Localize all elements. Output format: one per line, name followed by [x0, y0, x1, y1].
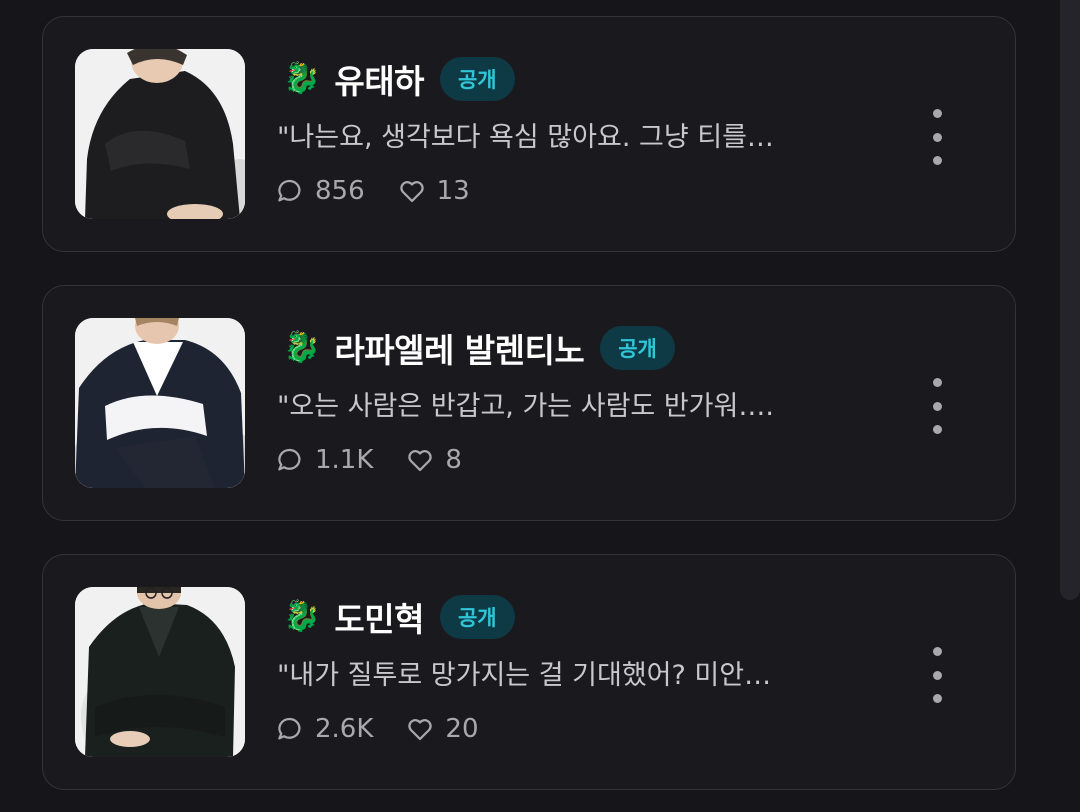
like-count: 8: [445, 445, 462, 475]
more-options-icon[interactable]: [923, 109, 951, 165]
character-stats: 2.6K 20: [275, 709, 479, 749]
character-name-row: 🐉 유태하 공개: [283, 53, 515, 105]
character-avatar[interactable]: [75, 587, 245, 757]
comment-icon: [278, 717, 301, 740]
comment-count: 1.1K: [315, 445, 374, 475]
character-name-row: 🐉 라파엘레 발렌티노 공개: [283, 322, 675, 374]
character-card[interactable]: 🐉 라파엘레 발렌티노 공개 "오는 사람은 반갑고, 가는 사람도 반가워….…: [42, 285, 1016, 521]
character-name[interactable]: 유태하: [334, 55, 424, 103]
character-card[interactable]: 🐉 도민혁 공개 "내가 질투로 망가지는 걸 기대했어? 미안… 2.6K 2…: [42, 554, 1016, 790]
character-name[interactable]: 도민혁: [334, 593, 424, 641]
character-avatar[interactable]: [75, 318, 245, 488]
like-count: 20: [445, 714, 479, 744]
comment-stat: 1.1K: [275, 445, 373, 475]
like-stat: 20: [405, 714, 479, 744]
comment-stat: 2.6K: [275, 714, 373, 744]
heart-icon[interactable]: [405, 714, 435, 744]
comment-count: 856: [315, 176, 365, 206]
character-card[interactable]: 🐉 유태하 공개 "나는요, 생각보다 욕심 많아요. 그냥 티를… 856 1…: [42, 16, 1016, 252]
character-stats: 856 13: [275, 171, 470, 211]
character-avatar[interactable]: [75, 49, 245, 219]
scrollbar[interactable]: [1060, 0, 1080, 600]
comment-icon: [278, 179, 301, 202]
like-stat: 8: [405, 445, 462, 475]
like-stat: 13: [397, 176, 470, 206]
dragon-icon: 🐉: [283, 599, 321, 634]
character-quote[interactable]: "나는요, 생각보다 욕심 많아요. 그냥 티를…: [277, 115, 877, 154]
visibility-badge: 공개: [600, 326, 675, 370]
like-count: 13: [436, 176, 470, 206]
comment-count: 2.6K: [315, 714, 374, 744]
comment-icon: [278, 448, 301, 471]
more-options-icon[interactable]: [923, 647, 951, 703]
heart-icon[interactable]: [397, 176, 427, 206]
dragon-icon: 🐉: [283, 330, 321, 365]
character-quote[interactable]: "오는 사람은 반갑고, 가는 사람도 반가워….: [277, 384, 877, 423]
visibility-badge: 공개: [439, 595, 515, 639]
character-name-row: 🐉 도민혁 공개: [283, 591, 515, 643]
character-stats: 1.1K 8: [275, 440, 462, 480]
heart-icon[interactable]: [405, 445, 435, 475]
character-quote[interactable]: "내가 질투로 망가지는 걸 기대했어? 미안…: [277, 653, 877, 692]
dragon-icon: 🐉: [283, 61, 321, 96]
more-options-icon[interactable]: [923, 378, 951, 434]
comment-stat: 856: [275, 176, 365, 206]
visibility-badge: 공개: [439, 57, 515, 101]
character-name[interactable]: 라파엘레 발렌티노: [334, 324, 584, 372]
character-list-page: 🐉 유태하 공개 "나는요, 생각보다 욕심 많아요. 그냥 티를… 856 1…: [0, 0, 1080, 812]
